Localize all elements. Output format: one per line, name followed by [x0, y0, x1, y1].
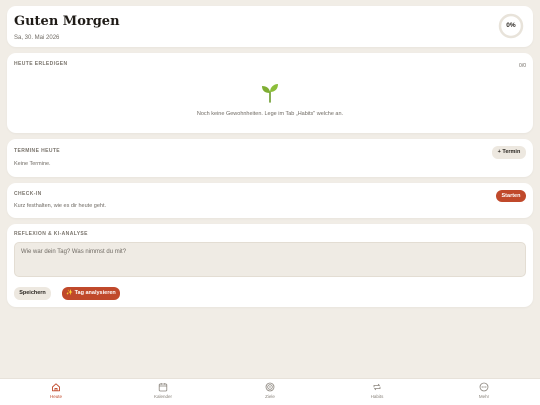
nav-item-ziele[interactable]: Ziele — [240, 382, 300, 399]
nav-item-heute[interactable]: Heute — [26, 382, 86, 399]
checkin-text: Kurz festhalten, wie es dir heute geht. — [14, 203, 107, 209]
target-icon — [265, 382, 275, 392]
nav-label-heute: Heute — [49, 394, 62, 399]
sprout-icon — [262, 84, 278, 103]
progress-percent: 0% — [506, 22, 516, 29]
nav-item-habits[interactable]: Habits — [347, 382, 407, 399]
habits-counter: 0/0 — [519, 63, 526, 69]
reflection-section-title: REFLEXION & KI-ANALYSE — [14, 231, 88, 237]
nav-label-ziele: Ziele — [265, 394, 275, 399]
calendar-icon — [158, 383, 168, 392]
analyze-day-button[interactable]: ✨ Tag analysieren — [62, 287, 120, 300]
start-checkin-button[interactable]: Starten — [496, 190, 526, 202]
header-card: Guten Morgen Sa, 30. Mai 2026 0% — [7, 6, 533, 47]
appointments-empty-text: Keine Termine. — [14, 161, 51, 167]
checkin-section-title: CHECK-IN — [14, 191, 42, 197]
save-button[interactable]: Speichern — [14, 287, 51, 300]
nav-label-kalender: Kalender — [153, 394, 172, 399]
repeat-icon — [373, 383, 381, 391]
add-appointment-button[interactable]: + Termin — [492, 146, 526, 159]
nav-item-mehr[interactable]: Mehr — [454, 382, 514, 399]
nav-label-habits: Habits — [370, 394, 384, 399]
reflection-card: REFLEXION & KI-ANALYSE Speichern ✨ Tag a… — [7, 224, 533, 307]
reflection-input[interactable] — [14, 242, 526, 277]
greeting-title: Guten Morgen — [14, 14, 120, 29]
habits-section-title: HEUTE ERLEDIGEN — [14, 61, 68, 67]
nav-label-mehr: Mehr — [478, 394, 490, 399]
more-icon — [479, 382, 489, 392]
appointments-card: TERMINE HEUTE Keine Termine. + Termin — [7, 139, 533, 177]
nav-item-kalender[interactable]: Kalender — [133, 382, 193, 399]
progress-ring: 0% — [498, 13, 524, 39]
habits-card: HEUTE ERLEDIGEN 0/0 Noch keine Gewohnhei… — [7, 53, 533, 133]
appointments-section-title: TERMINE HEUTE — [14, 148, 61, 154]
date-label: Sa, 30. Mai 2026 — [14, 35, 60, 41]
habits-empty-text: Noch keine Gewohnheiten. Lege im Tab „Ha… — [196, 111, 344, 117]
checkin-card: CHECK-IN Kurz festhalten, wie es dir heu… — [7, 183, 533, 218]
home-icon — [52, 383, 60, 392]
bottom-nav: Heute Kalender Ziele Habits Mehr — [0, 378, 540, 405]
